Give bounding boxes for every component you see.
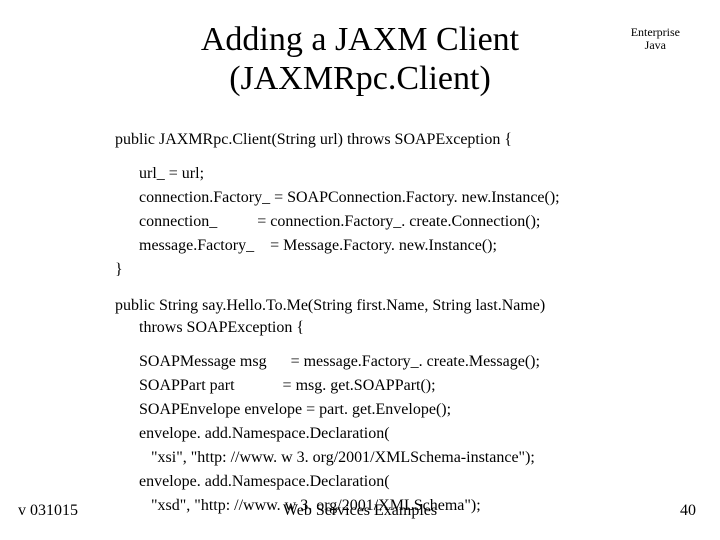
ctor-close: } [115, 260, 680, 280]
m2-line-6: envelope. add.Namespace.Declaration( [139, 472, 680, 492]
title-area: Adding a JAXM Client (JAXMRpc.Client) [0, 20, 720, 98]
m2-line-3: SOAPEnvelope envelope = part. get.Envelo… [139, 400, 680, 420]
method2-throws: throws SOAPException { [139, 318, 680, 338]
m2-line-4: envelope. add.Namespace.Declaration( [139, 424, 680, 444]
corner-line-2: Java [631, 39, 680, 52]
ctor-line-3: connection_ = connection.Factory_. creat… [139, 212, 680, 232]
footer-title: Web Services Examples [0, 502, 720, 520]
ctor-line-4: message.Factory_ = Message.Factory. new.… [139, 236, 680, 256]
m2-line-1: SOAPMessage msg = message.Factory_. crea… [139, 352, 680, 372]
code-body: public JAXMRpc.Client(String url) throws… [115, 130, 680, 520]
page-number: 40 [680, 502, 696, 520]
ctor-line-1: url_ = url; [139, 164, 680, 184]
slide: Adding a JAXM Client (JAXMRpc.Client) En… [0, 0, 720, 540]
title-line-2: (JAXMRpc.Client) [0, 59, 720, 98]
ctor-line-2: connection.Factory_ = SOAPConnection.Fac… [139, 188, 680, 208]
ctor-signature: public JAXMRpc.Client(String url) throws… [115, 130, 680, 150]
title-line-1: Adding a JAXM Client [0, 20, 720, 59]
m2-line-2: SOAPPart part = msg. get.SOAPPart(); [139, 376, 680, 396]
m2-line-5: "xsi", "http: //www. w 3. org/2001/XMLSc… [139, 448, 680, 468]
corner-label: Enterprise Java [631, 26, 680, 52]
method2-signature: public String say.Hello.To.Me(String fir… [115, 296, 680, 316]
